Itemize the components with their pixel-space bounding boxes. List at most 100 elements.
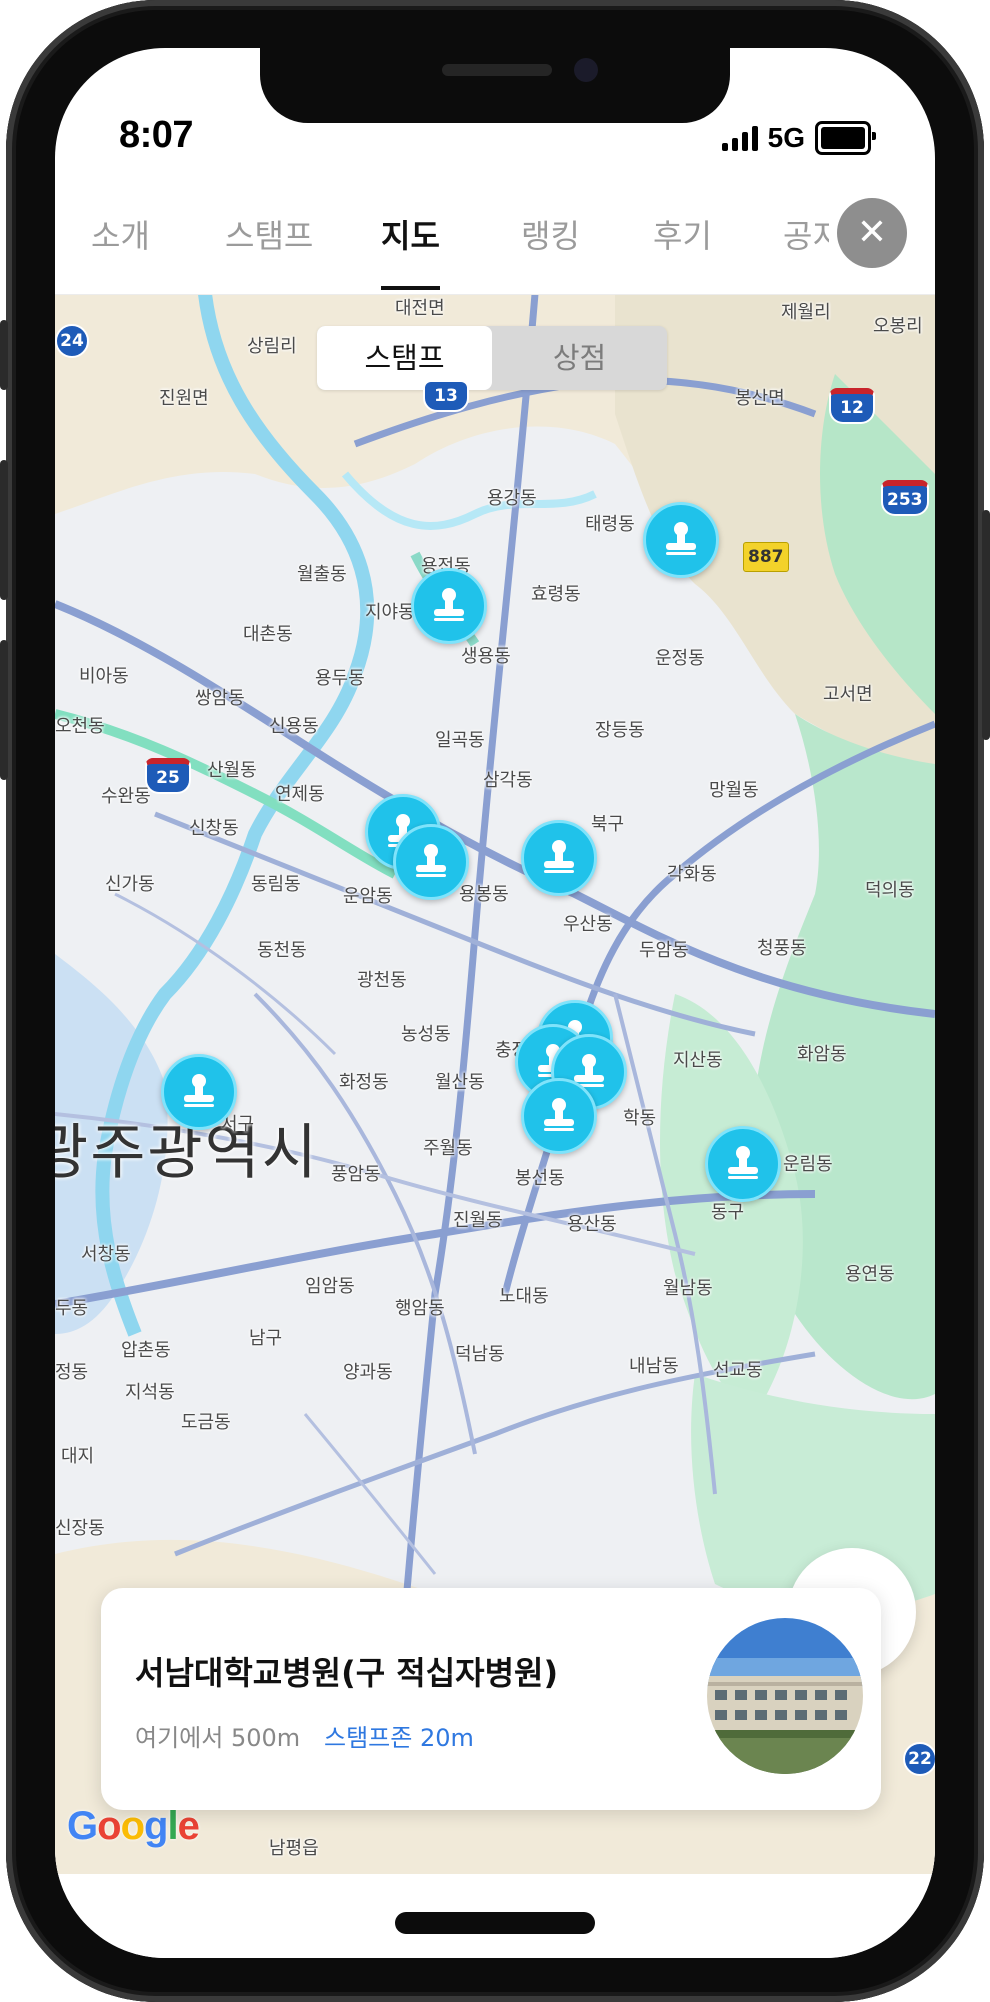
network-type: 5G — [767, 122, 805, 153]
stamp-icon — [416, 844, 446, 877]
map-place-label: 제월리 — [781, 302, 831, 323]
tab-reviews[interactable]: 후기 — [653, 188, 712, 294]
place-distance: 여기에서 500m — [135, 1724, 301, 1752]
stamp-pin[interactable] — [521, 1078, 597, 1154]
map-place-label: 운림동 — [783, 1154, 833, 1175]
stamp-icon — [728, 1146, 758, 1179]
stamp-pin[interactable] — [411, 568, 487, 644]
stamp-pin[interactable] — [521, 820, 597, 896]
map-place-label: 용강동 — [487, 488, 537, 509]
place-thumbnail — [707, 1618, 863, 1774]
map-layer-toggle: 스탬프 상점 — [317, 326, 667, 390]
stamp-icon — [184, 1074, 214, 1107]
map-place-label: 봉선동 — [515, 1168, 565, 1189]
side-button — [0, 640, 8, 780]
stamp-pin[interactable] — [705, 1126, 781, 1202]
segment-stamp[interactable]: 스탬프 — [317, 326, 492, 390]
map-place-label: 월출동 — [297, 564, 347, 585]
side-button — [0, 460, 8, 600]
map-place-label: 정동 — [55, 1362, 89, 1383]
map-place-label: 남평읍 — [269, 1838, 319, 1859]
segment-shop[interactable]: 상점 — [492, 326, 667, 390]
map-place-label: 용연동 — [845, 1264, 895, 1285]
tab-intro[interactable]: 소개 — [91, 188, 150, 294]
map-place-label: 화암동 — [797, 1044, 847, 1065]
map-place-label: 주월동 — [423, 1138, 473, 1159]
place-card[interactable]: 서남대학교병원(구 적십자병원) 여기에서 500m 스탬프존 20m — [101, 1588, 881, 1810]
tab-strip: 소개 스탬프 지도 랭킹 후기 공지 — [55, 188, 829, 294]
map-place-label: 풍암동 — [331, 1164, 381, 1185]
map-place-label: 대지 — [61, 1446, 95, 1467]
map-place-label: 동림동 — [251, 874, 301, 895]
map-place-label: 삼각동 — [483, 770, 533, 791]
map-place-label: 북구 — [591, 814, 625, 835]
tab-ranking[interactable]: 랭킹 — [521, 188, 580, 294]
map-place-label: 양과동 — [343, 1362, 393, 1383]
place-title: 서남대학교병원(구 적십자병원) — [135, 1654, 559, 1692]
map-place-label: 내남동 — [629, 1356, 679, 1377]
map-place-label: 농성동 — [401, 1024, 451, 1045]
map-place-label: 운암동 — [343, 886, 393, 907]
map-place-label: 고서면 — [823, 684, 873, 705]
map-place-label: 장등동 — [595, 720, 645, 741]
road-shield: 253 — [881, 480, 929, 516]
home-indicator[interactable] — [395, 1912, 595, 1934]
tab-stamp[interactable]: 스탬프 — [225, 188, 313, 294]
google-logo: Google — [67, 1804, 200, 1848]
map-place-label: 행암동 — [395, 1298, 445, 1319]
map-place-label: 신용동 — [269, 716, 319, 737]
stamp-zone-radius: 스탬프존 20m — [324, 1724, 474, 1752]
map-place-label: 남구 — [249, 1328, 283, 1349]
map-place-label: 도금동 — [181, 1412, 231, 1433]
map-place-label: 비아동 — [79, 666, 129, 687]
map-place-label: 운정동 — [655, 648, 705, 669]
map-place-label: 신창동 — [189, 818, 239, 839]
status-icons: 5G — [721, 120, 876, 156]
map-place-label: 진원면 — [159, 388, 209, 409]
map-place-label: 압촌동 — [121, 1340, 171, 1361]
map-place-label: 생용동 — [461, 646, 511, 667]
tab-notice[interactable]: 공지 — [783, 188, 829, 294]
active-tab-indicator — [381, 286, 440, 290]
map-place-label: 용두동 — [315, 668, 365, 689]
road-shield: 12 — [829, 388, 875, 424]
map-place-label: 두동 — [55, 1298, 89, 1319]
close-button[interactable]: ✕ — [837, 198, 907, 268]
map-place-label: 월남동 — [663, 1278, 713, 1299]
road-shield: 24 — [55, 324, 89, 358]
road-shield: 25 — [145, 758, 191, 794]
map-place-label: 오천동 — [55, 716, 105, 737]
map-place-label: 덕의동 — [865, 880, 915, 901]
map-place-label: 용산동 — [567, 1214, 617, 1235]
stamp-pin[interactable] — [393, 824, 469, 900]
map-place-label: 학동 — [623, 1108, 657, 1129]
map-place-label: 월산동 — [435, 1072, 485, 1093]
road-shield: 22 — [903, 1742, 935, 1776]
map-place-label: 서창동 — [81, 1244, 131, 1265]
stamp-pin[interactable] — [643, 502, 719, 578]
front-camera — [574, 58, 598, 82]
map-place-label: 용봉동 — [459, 884, 509, 905]
map-place-label: 청풍동 — [757, 938, 807, 959]
map-place-label: 태령동 — [585, 514, 635, 535]
map-place-label: 노대동 — [499, 1286, 549, 1307]
map-place-label: 화정동 — [339, 1072, 389, 1093]
speaker — [442, 64, 552, 76]
stamp-pin[interactable] — [161, 1054, 237, 1130]
map-place-label: 신가동 — [105, 874, 155, 895]
map-place-label: 대전면 — [395, 298, 445, 319]
map-place-label: 진월동 — [453, 1210, 503, 1231]
tab-map[interactable]: 지도 — [381, 188, 440, 294]
battery-icon — [815, 121, 876, 155]
map-place-label: 지산동 — [673, 1050, 723, 1071]
map-place-label: 지석동 — [125, 1382, 175, 1403]
map-place-label: 일곡동 — [435, 730, 485, 751]
map-place-label: 대촌동 — [243, 624, 293, 645]
side-button — [982, 510, 990, 740]
notch — [260, 48, 730, 123]
map-place-label: 오봉리 — [873, 316, 923, 337]
map-place-label: 동천동 — [257, 940, 307, 961]
map-place-label: 봉산면 — [735, 388, 785, 409]
tab-bar: 소개 스탬프 지도 랭킹 후기 공지 ✕ — [55, 188, 935, 295]
signal-icon — [721, 125, 758, 151]
